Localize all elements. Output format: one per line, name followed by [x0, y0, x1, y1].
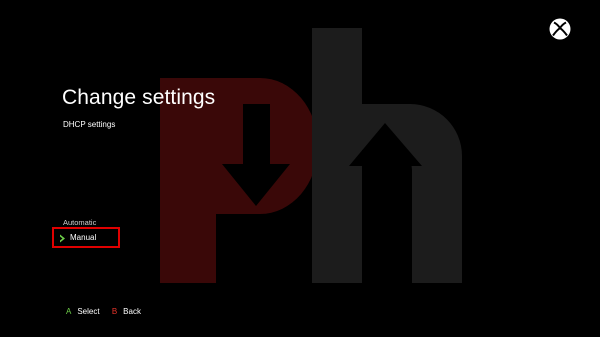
page-subtitle: DHCP settings	[63, 120, 116, 129]
a-button-glyph: A	[66, 307, 72, 316]
back-hint[interactable]: B Back	[112, 307, 141, 316]
xbox-logo-icon	[549, 18, 571, 40]
option-manual-label: Manual	[70, 233, 97, 242]
page-title: Change settings	[62, 86, 216, 109]
option-automatic[interactable]: Automatic	[63, 218, 96, 227]
ph-watermark-logo	[160, 28, 462, 283]
controller-hints: A Select B Back	[66, 307, 151, 316]
b-button-glyph: B	[111, 307, 118, 316]
select-hint-label: Select	[77, 307, 100, 316]
back-hint-label: Back	[123, 307, 141, 316]
option-manual[interactable]: Manual	[52, 227, 120, 248]
chevron-right-icon	[60, 234, 65, 243]
select-hint[interactable]: A Select	[66, 307, 100, 316]
